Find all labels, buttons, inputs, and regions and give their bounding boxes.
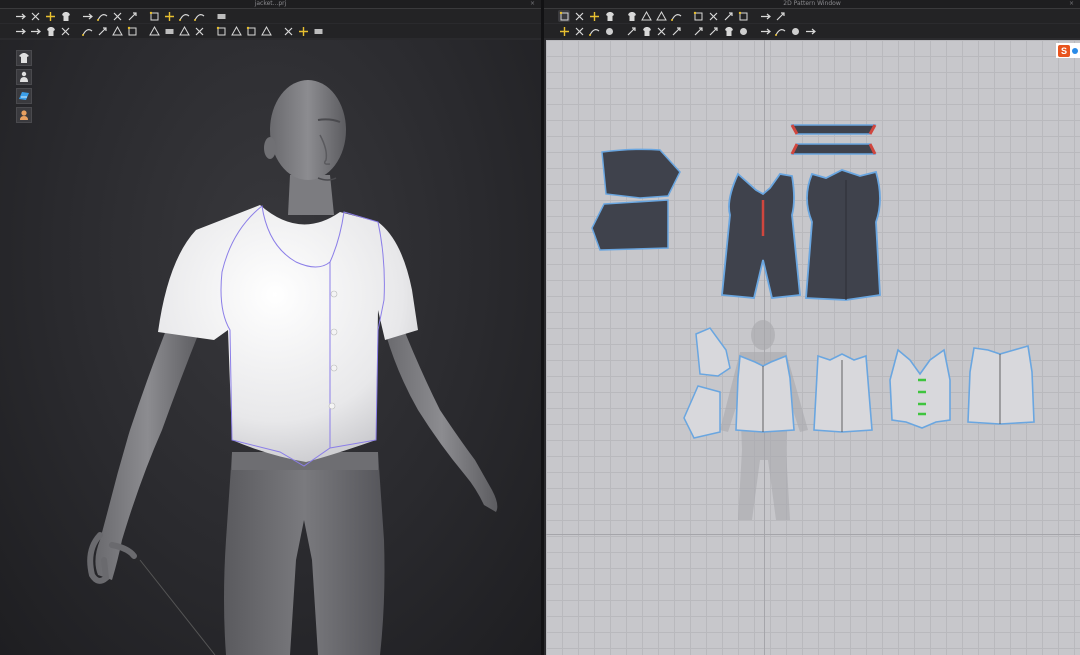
pattern-piece-back-light xyxy=(813,353,873,433)
window-titlebar: jacket...prj × xyxy=(0,0,541,9)
arrange-point-icon[interactable] xyxy=(44,25,56,37)
topstitch-icon[interactable] xyxy=(774,25,786,37)
free-sew-icon[interactable] xyxy=(707,25,719,37)
notch-icon[interactable] xyxy=(759,25,771,37)
move-icon[interactable] xyxy=(282,25,294,37)
internal-circle-icon[interactable] xyxy=(722,10,734,22)
tack-point-icon[interactable] xyxy=(96,25,108,37)
avatar-with-vest xyxy=(87,80,498,655)
line-icon[interactable] xyxy=(178,25,190,37)
fold-icon[interactable] xyxy=(111,10,123,22)
seam-icon[interactable] xyxy=(670,25,682,37)
elastic-icon[interactable] xyxy=(737,25,749,37)
avatar-pose-icon[interactable] xyxy=(14,25,26,37)
pattern-piece-facing xyxy=(591,148,681,251)
tack-icon[interactable] xyxy=(640,25,652,37)
edit-pattern-icon[interactable] xyxy=(588,25,600,37)
fabric-icon[interactable] xyxy=(81,25,93,37)
add-point-icon[interactable] xyxy=(29,10,41,22)
garment-fit-icon[interactable] xyxy=(215,25,227,37)
3d-garment-window: jacket...prj × xyxy=(0,0,541,655)
shape-icon[interactable] xyxy=(230,25,242,37)
select-icon[interactable] xyxy=(558,25,570,37)
measure-icon[interactable] xyxy=(215,10,227,22)
3d-viewport[interactable] xyxy=(0,40,541,655)
shirt-pin-icon[interactable] xyxy=(163,10,175,22)
transform-icon[interactable] xyxy=(573,25,585,37)
ellipse-icon[interactable] xyxy=(670,10,682,22)
symmetry-icon[interactable] xyxy=(789,25,801,37)
pattern-piece-front-dark xyxy=(721,172,801,299)
pattern-pieces xyxy=(591,124,1035,520)
pattern-piece-front-light xyxy=(735,354,795,433)
curve-point-icon[interactable] xyxy=(603,25,615,37)
pattern-piece-back-light-2 xyxy=(967,344,1035,425)
mirror-icon[interactable] xyxy=(804,25,816,37)
edit-curve-icon[interactable] xyxy=(59,10,71,22)
edit-point-icon[interactable] xyxy=(44,10,56,22)
transform-icon[interactable] xyxy=(81,10,93,22)
window-titlebar: 2D Pattern Window × xyxy=(544,0,1080,9)
polygon-icon[interactable] xyxy=(625,10,637,22)
tack-icon[interactable] xyxy=(126,10,138,22)
window-title: 2D Pattern Window xyxy=(783,0,841,7)
fold-icon[interactable] xyxy=(655,25,667,37)
2d-pattern-window: 2D Pattern Window × S xyxy=(544,0,1080,655)
pin-icon[interactable] xyxy=(625,25,637,37)
check-sew-icon[interactable] xyxy=(722,25,734,37)
square-icon[interactable] xyxy=(655,10,667,22)
edit-curve-icon[interactable] xyxy=(603,10,615,22)
select-move-icon[interactable] xyxy=(14,10,26,22)
segment-sew-icon[interactable] xyxy=(692,25,704,37)
simulate-icon[interactable] xyxy=(29,25,41,37)
pin-icon[interactable] xyxy=(96,10,108,22)
scissors-icon[interactable] xyxy=(178,10,190,22)
dart-icon[interactable] xyxy=(737,10,749,22)
internal-square-icon[interactable] xyxy=(707,10,719,22)
arrange-plane-icon[interactable] xyxy=(59,25,71,37)
close-icon[interactable]: × xyxy=(530,0,535,8)
shirt-alt-icon[interactable] xyxy=(312,25,324,37)
edit-point-icon[interactable] xyxy=(588,10,600,22)
trace-icon[interactable] xyxy=(759,10,771,22)
internal-rect-icon[interactable] xyxy=(692,10,704,22)
segment-icon[interactable] xyxy=(558,10,570,22)
button-icon[interactable] xyxy=(126,25,138,37)
sewing-icon[interactable] xyxy=(774,10,786,22)
buttonhole-icon[interactable] xyxy=(148,25,160,37)
add-point-icon[interactable] xyxy=(573,10,585,22)
zipper-icon[interactable] xyxy=(163,25,175,37)
toolbar-3d-row1 xyxy=(0,9,541,23)
toolbar-2d-row1 xyxy=(544,9,1080,23)
window-title: jacket...prj xyxy=(254,0,287,7)
pattern-piece-back-dark xyxy=(805,169,881,301)
pattern-piece-collar-strip xyxy=(790,124,877,155)
pattern-piece-front-buttons xyxy=(889,348,951,429)
fold-line-icon[interactable] xyxy=(260,25,272,37)
shirt-icon[interactable] xyxy=(297,25,309,37)
shirt-arrange-icon[interactable] xyxy=(148,10,160,22)
rectangle-icon[interactable] xyxy=(640,10,652,22)
puckering-icon[interactable] xyxy=(193,25,205,37)
pattern-canvas[interactable]: S xyxy=(546,40,1080,655)
close-icon[interactable]: × xyxy=(1069,0,1074,8)
toolbar-3d-row2 xyxy=(0,24,541,38)
toolbar-2d-row2 xyxy=(544,24,1080,38)
layer-icon[interactable] xyxy=(245,25,257,37)
hanger-icon[interactable] xyxy=(111,25,123,37)
lasso-icon[interactable] xyxy=(193,10,205,22)
